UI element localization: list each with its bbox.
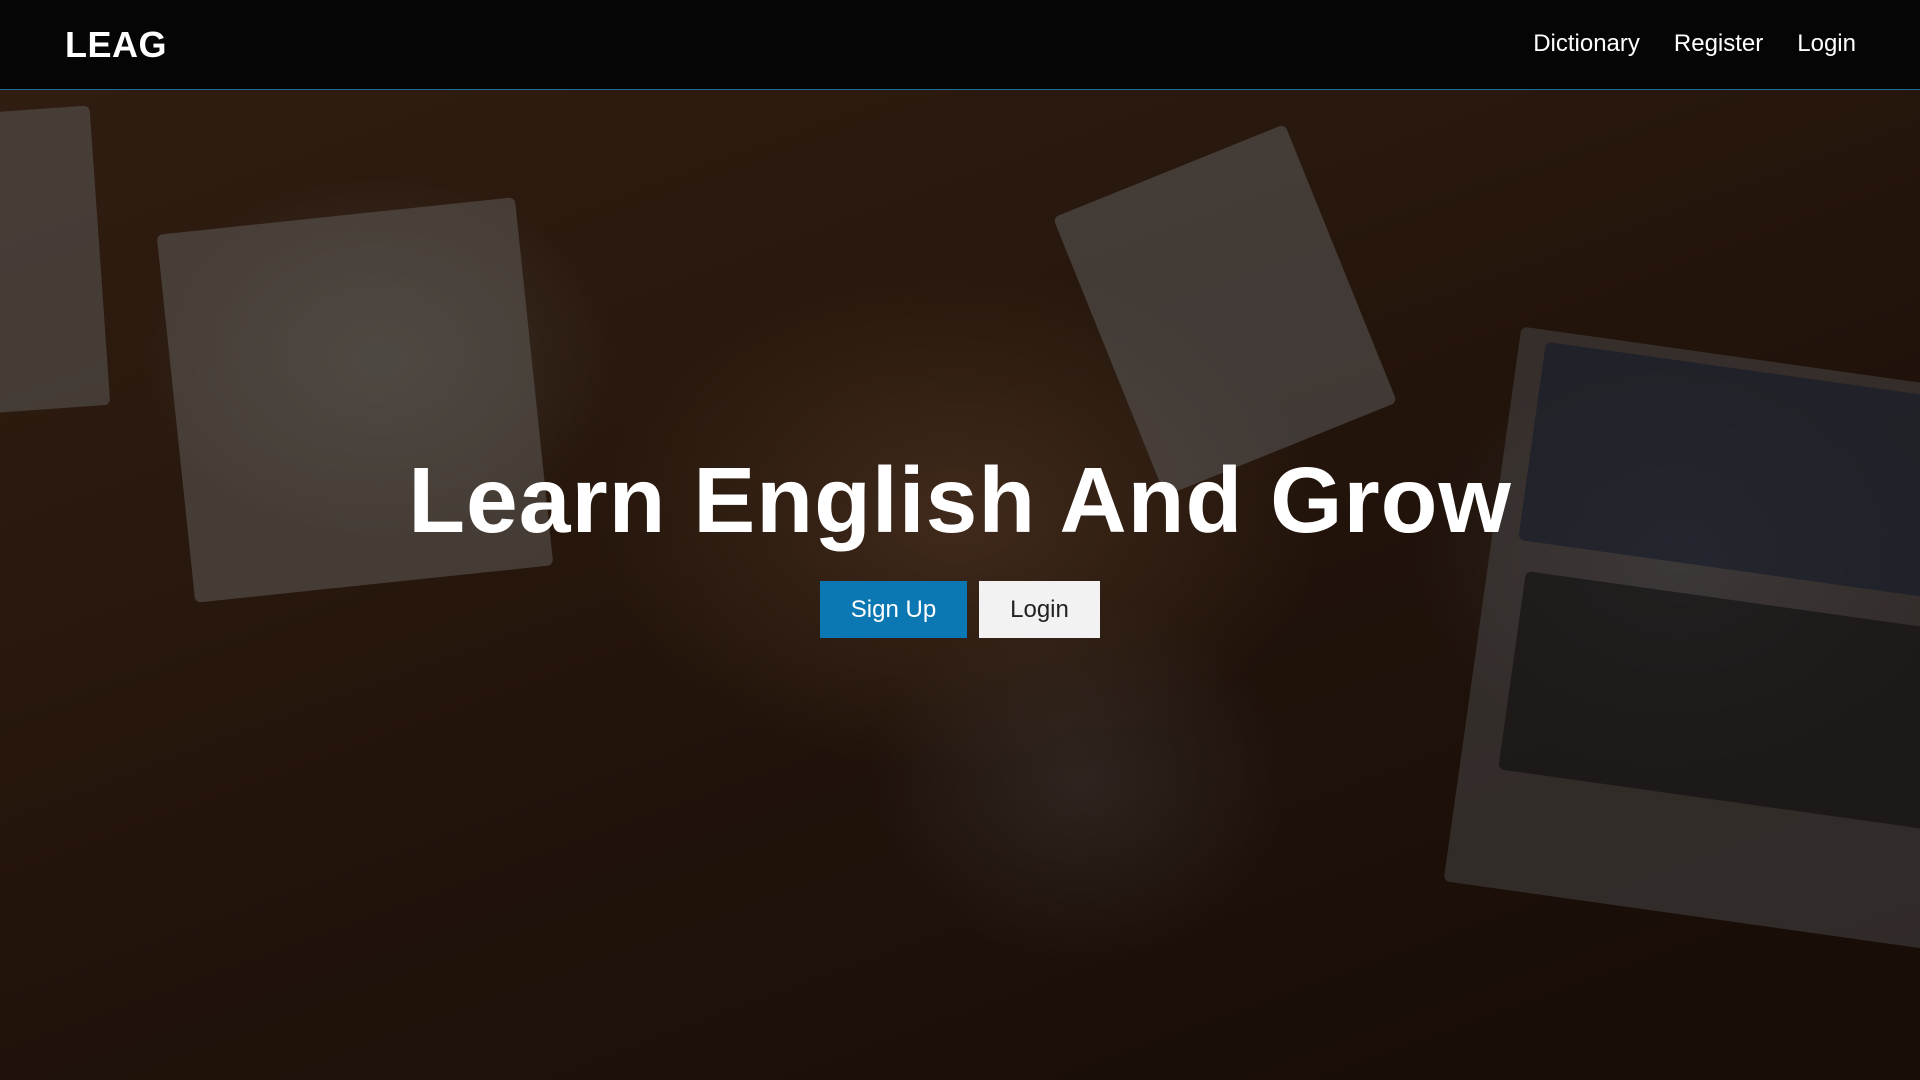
hero-title: Learn English And Grow: [408, 448, 1512, 552]
brand-logo[interactable]: LEAG: [65, 24, 167, 66]
nav-links: Dictionary Register Login: [1533, 30, 1856, 58]
hero-buttons: Sign Up Login: [0, 581, 1920, 638]
hero-section: Learn English And Grow Sign Up Login: [0, 445, 1920, 638]
nav-link-dictionary[interactable]: Dictionary: [1533, 30, 1640, 58]
nav-link-login[interactable]: Login: [1797, 30, 1856, 58]
sign-up-button[interactable]: Sign Up: [820, 581, 967, 638]
login-button[interactable]: Login: [979, 581, 1100, 638]
nav-link-register[interactable]: Register: [1674, 30, 1763, 58]
page: LEAG Dictionary Register Login Learn Eng…: [0, 0, 1920, 1080]
navbar: LEAG Dictionary Register Login: [0, 0, 1920, 90]
